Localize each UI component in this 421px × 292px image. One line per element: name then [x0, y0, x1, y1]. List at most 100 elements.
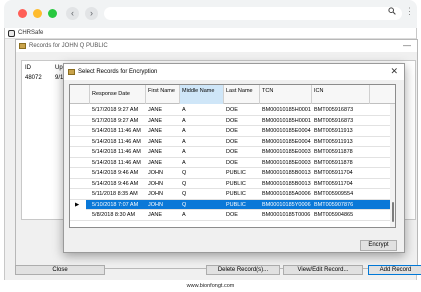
- cell-first-name: JOHN: [148, 191, 163, 197]
- cell-first-name: JANE: [148, 212, 163, 218]
- records-grid[interactable]: Response Date First Name Middle Name Last N…: [69, 84, 396, 228]
- delete-records-button[interactable]: Delete Record(s)...: [206, 265, 280, 275]
- cell-middle-name: A: [182, 212, 186, 218]
- grid-row[interactable]: 5/14/2018 11:46 AM JANE A DOE BM00010185E000…: [70, 158, 395, 168]
- cell-tcn: BM00010185E0004: [262, 128, 311, 134]
- cell-first-name: JOHN: [148, 170, 163, 176]
- cell-tcn: BM00010185E0003: [262, 149, 311, 155]
- cell-icn: BMT005911913: [314, 138, 353, 145]
- cell-middle-name: A: [182, 117, 186, 124]
- cell-last-name: PUBLIC: [226, 180, 246, 187]
- cell-first-name: JANE: [148, 159, 163, 166]
- cell-middle-name: Q: [182, 170, 187, 176]
- grid-row[interactable]: 5/17/2018 9:27 AM JANE A DOE BM00010185H0001…: [70, 116, 395, 126]
- forward-arrow-icon[interactable]: ›: [85, 7, 98, 20]
- grid-row[interactable]: 5/14/2018 9:46 AM JOHN Q PUBLIC BM00010185B0…: [70, 179, 395, 189]
- cell-middle-name: A: [182, 149, 186, 155]
- grid-row[interactable]: 5/11/2018 8:35 AM JOHN Q PUBLIC BM00010185A0…: [70, 189, 395, 200]
- column-header-response-date[interactable]: Response Date: [90, 85, 146, 104]
- cell-icn: BMT005907876: [314, 201, 354, 208]
- encrypt-button[interactable]: Encrypt: [360, 240, 397, 251]
- back-arrow-icon[interactable]: ‹: [66, 7, 79, 20]
- cell-last-name: DOE: [226, 117, 238, 124]
- cell-response-date: 5/14/2018 11:46 AM: [92, 159, 141, 166]
- browser-toolbar: ‹ › ⋮: [4, 0, 417, 28]
- cell-response-date: 5/17/2018 9:27 AM: [92, 117, 139, 124]
- grid-row[interactable]: 5/14/2018 11:46 AM JANE A DOE BM00010185E000…: [70, 126, 395, 137]
- cell-icn: BMT005911913: [314, 128, 353, 134]
- cell-response-date: 5/10/2018 7:07 AM: [92, 201, 139, 208]
- folder-icon: [68, 69, 75, 75]
- records-titlebar: Records for JOHN Q PUBLIC —: [16, 40, 417, 52]
- grid-row[interactable]: 5/14/2018 11:46 AM JANE A DOE BM00010185E000…: [70, 147, 395, 158]
- cell-middle-name: A: [182, 159, 186, 166]
- column-header-icn[interactable]: ICN: [312, 85, 370, 104]
- cell-last-name: DOE: [226, 149, 238, 155]
- column-header-middle-name[interactable]: Middle Name: [180, 85, 224, 104]
- cell-response-date: 5/11/2018 8:35 AM: [92, 191, 138, 197]
- cell-last-name: PUBLIC: [226, 191, 246, 197]
- cell-middle-name: A: [182, 128, 186, 134]
- window-minimize-dot[interactable]: [33, 9, 42, 18]
- grid-row[interactable]: 5/14/2018 11:46 AM JANE A DOE BM00010185E000…: [70, 137, 395, 147]
- cell-middle-name: A: [182, 138, 186, 145]
- column-header-tcn[interactable]: TCN: [260, 85, 312, 104]
- cell-first-name: JANE: [148, 138, 163, 145]
- dialog-title: Select Records for Encryption: [78, 69, 158, 75]
- cell-response-date: 5/17/2018 9:27 AM: [92, 107, 139, 113]
- cell-tcn: BM00010185E0003: [262, 159, 311, 166]
- view-edit-record-button[interactable]: View/Edit Record...: [283, 265, 363, 275]
- cell-tcn: BM00010185B0013: [262, 170, 311, 176]
- cell-response-date: 5/14/2018 11:46 AM: [92, 128, 141, 134]
- close-button[interactable]: Close: [15, 265, 105, 275]
- cell-icn: BMT005916873: [314, 117, 354, 124]
- window-maximize-dot[interactable]: [48, 9, 57, 18]
- cell-tcn: BM00010185B0013: [262, 180, 311, 187]
- watermark: www.bionfongt.com: [186, 283, 235, 289]
- column-header-last-name[interactable]: Last Name: [224, 85, 260, 104]
- cell-last-name: DOE: [226, 128, 238, 134]
- close-icon[interactable]: ✕: [390, 66, 398, 77]
- column-header-first-name[interactable]: First Name: [146, 85, 180, 104]
- cell-first-name: JANE: [148, 117, 163, 124]
- scrollbar-thumb[interactable]: [392, 202, 394, 222]
- cell-icn: BMT005904865: [314, 212, 354, 218]
- grid-row[interactable]: 5/8/2018 8:30 AM JANE A DOE BM00010185T0006 B…: [70, 210, 395, 221]
- grid-row[interactable]: 5/17/2018 9:27 AM JANE A DOE BM00010185H0001…: [70, 105, 395, 116]
- vertical-dots-icon[interactable]: ⋮: [405, 6, 414, 17]
- cell-response-date: 5/14/2018 11:46 AM: [92, 138, 141, 145]
- cell-icn: BMT005909554: [314, 191, 354, 197]
- add-record-button[interactable]: Add Record: [368, 265, 421, 275]
- cell-icn: BMT005911704: [314, 170, 353, 176]
- row-pointer-icon: ▶: [70, 199, 86, 210]
- cell-tcn: BM00010185E0004: [262, 138, 311, 145]
- address-bar[interactable]: [104, 7, 402, 20]
- minimize-icon[interactable]: —: [403, 41, 411, 50]
- cell-last-name: DOE: [226, 159, 238, 166]
- cell-icn: BMT005916873: [314, 107, 354, 113]
- select-records-dialog: Select Records for Encryption ✕ Response…: [63, 63, 405, 253]
- cell-middle-name: Q: [182, 201, 187, 208]
- row-header-corner: [70, 85, 90, 104]
- app-logo-icon: [8, 30, 15, 37]
- grid-row[interactable]: 5/14/2018 9:46 AM JOHN Q PUBLIC BM00010185B0…: [70, 168, 395, 179]
- cell-last-name: DOE: [226, 212, 238, 218]
- cell-response-date: 5/14/2018 11:46 AM: [92, 149, 141, 155]
- cell-tcn: BM00010185H0001: [262, 107, 311, 113]
- records-window-title: Records for JOHN Q PUBLIC: [29, 43, 108, 49]
- cell-middle-name: Q: [182, 191, 187, 197]
- cell-icn: BMT005911704: [314, 180, 353, 187]
- cell-first-name: JOHN: [148, 180, 163, 187]
- cell-first-name: JANE: [148, 149, 163, 155]
- cell-last-name: PUBLIC: [226, 170, 246, 176]
- window-close-dot[interactable]: [18, 9, 27, 18]
- cell-first-name: JOHN: [148, 201, 163, 208]
- search-icon[interactable]: [388, 7, 396, 17]
- cell-last-name: DOE: [226, 107, 238, 113]
- grid-header: Response Date First Name Middle Name Last N…: [70, 85, 395, 104]
- column-header-id[interactable]: ID: [25, 65, 31, 71]
- dialog-titlebar: Select Records for Encryption ✕: [64, 64, 404, 80]
- grid-row[interactable]: ▶ 5/10/2018 7:07 AM JOHN Q PUBLIC BM00010185Y…: [70, 199, 395, 210]
- folder-icon: [19, 43, 26, 49]
- cell-last-name: PUBLIC: [226, 201, 246, 208]
